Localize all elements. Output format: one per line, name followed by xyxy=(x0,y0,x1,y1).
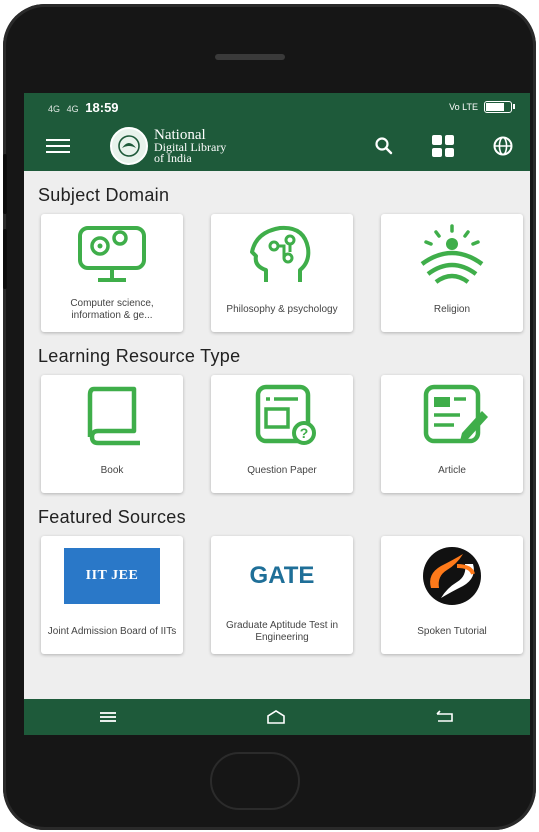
app-bar-actions xyxy=(374,121,514,171)
card-computer-science[interactable]: Computer science, information & ge... xyxy=(41,214,183,332)
battery-fill xyxy=(486,103,504,111)
card-religion[interactable]: Religion xyxy=(381,214,523,332)
section-title-learning-resource-type: Learning Resource Type xyxy=(38,346,241,366)
computer-gears-icon xyxy=(78,226,146,282)
recent-apps-icon[interactable] xyxy=(97,710,119,724)
battery-icon xyxy=(484,101,515,113)
book-icon xyxy=(87,386,140,446)
iit-jee-logo: IIT JEE xyxy=(64,548,160,604)
ndli-title: National Digital Library of India xyxy=(154,128,226,165)
card-book[interactable]: Book xyxy=(41,375,183,493)
ndli-emblem-icon xyxy=(110,127,148,165)
sunrise-icon xyxy=(420,224,484,284)
status-right: Vo LTE xyxy=(449,101,515,113)
card-iit-jee[interactable]: IIT JEE Joint Admission Board of IITs xyxy=(41,536,183,654)
globe-icon[interactable] xyxy=(492,135,514,157)
app-screen: 4G 4G 18:59 Vo LTE National Digital Libr… xyxy=(24,93,530,735)
card-label: Question Paper xyxy=(247,465,317,476)
card-label: Computer science, information & ge... xyxy=(70,298,154,321)
spoken-tutorial-logo xyxy=(423,547,481,605)
card-spoken-tutorial[interactable]: Spoken Tutorial xyxy=(381,536,523,654)
card-label: Philosophy & psychology xyxy=(226,304,338,315)
home-icon[interactable] xyxy=(264,709,288,725)
signal-text: 4G xyxy=(66,103,79,114)
card-label: Article xyxy=(438,465,466,476)
ndli-logo[interactable]: National Digital Library of India xyxy=(110,127,226,165)
gate-logo: GATE xyxy=(249,562,315,589)
status-bar: 4G 4G 18:59 Vo LTE xyxy=(24,93,530,121)
app-bar: National Digital Library of India xyxy=(24,121,530,171)
article-icon xyxy=(423,384,488,444)
card-gate[interactable]: GATE Graduate Aptitude Test in Engineeri… xyxy=(211,536,353,654)
head-circuit-icon xyxy=(250,225,311,282)
card-question-paper[interactable]: ? Question Paper xyxy=(211,375,353,493)
main-content: Subject Domain Computer science, informa… xyxy=(24,171,530,654)
network-volte: Vo LTE xyxy=(449,102,478,112)
system-nav-bar xyxy=(24,699,530,735)
card-article[interactable]: Article xyxy=(381,375,523,493)
subject-domain-cards: Computer science, information & ge... Ph… xyxy=(41,214,530,332)
learning-resource-cards: Book ? Question Paper Article xyxy=(41,375,530,493)
card-label: Spoken Tutorial xyxy=(417,626,487,637)
status-time: 18:59 xyxy=(85,99,119,115)
section-title-subject-domain: Subject Domain xyxy=(38,185,170,205)
network-type: 4G xyxy=(48,103,61,114)
logo-line-3: of India xyxy=(154,151,192,165)
card-philosophy[interactable]: Philosophy & psychology xyxy=(211,214,353,332)
back-icon[interactable] xyxy=(433,709,457,725)
section-title-featured-sources: Featured Sources xyxy=(38,507,186,527)
question-paper-icon: ? xyxy=(255,384,316,445)
physical-home-button[interactable] xyxy=(210,752,300,810)
status-left: 4G 4G 18:59 xyxy=(48,100,119,115)
search-icon[interactable] xyxy=(374,136,394,156)
card-label: Book xyxy=(100,465,124,476)
card-label: Religion xyxy=(433,304,471,315)
power-button xyxy=(3,229,7,289)
card-label: Joint Admission Board of IITs xyxy=(47,626,177,637)
featured-sources-cards: IIT JEE Joint Admission Board of IITs GA… xyxy=(41,536,530,654)
card-label: Graduate Aptitude Test in Engineering xyxy=(225,620,339,643)
volume-button xyxy=(3,154,7,214)
svg-text:?: ? xyxy=(300,425,309,441)
earpiece-speaker xyxy=(215,54,285,60)
grid-icon[interactable] xyxy=(432,135,454,157)
menu-icon[interactable] xyxy=(46,139,70,153)
